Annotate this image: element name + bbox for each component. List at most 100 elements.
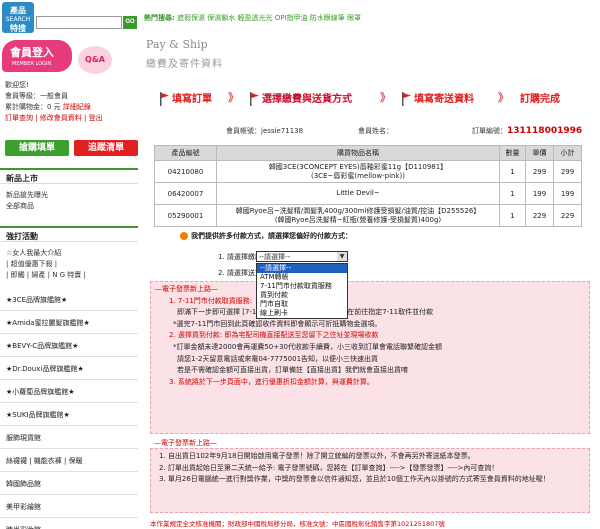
order-number-label: 訂單編號：: [472, 127, 507, 135]
step-shipping-info: 填寫寄送資料: [402, 90, 474, 106]
member-level: 會員等級：一般會員: [5, 92, 68, 100]
sidebar-item-promo-2[interactable]: | 超值優惠下殺 |: [6, 259, 136, 270]
sidebar-item-category[interactable]: ★BEVY-C品牌旗艦館★: [0, 334, 138, 357]
sidebar-item-category[interactable]: ★小蘿蔔品牌旗艦館★: [0, 380, 138, 403]
bullet-icon: [180, 232, 188, 240]
member-login-subtitle: MEMBER LOGIN: [12, 61, 52, 67]
quantity: 1: [499, 182, 526, 205]
sidebar-item-category[interactable]: 絲襪襪 | 機能衣褲 | 保暖: [0, 449, 138, 472]
flag-icon: [160, 92, 169, 106]
table-row: 04210080 韓國3CE(3CONCEPT EYES)唇釉彩蜜11g【D11…: [154, 160, 582, 183]
step-arrow-1: 》: [228, 91, 239, 104]
member-login-title: 會員登入: [10, 46, 54, 59]
notice-line: 3. 系統將於下一步頁面中，進行優惠折扣金額計算，與運費計算。: [169, 377, 374, 386]
member-info: 歡迎您! 會員等級：一般會員 累計購物金：0 元 詳細紀錄 訂單查詢 | 修改會…: [5, 80, 135, 124]
notice-line: 1. 自出貨日102年9月18日開始啟用電子發票！除了開立統編的發票以外，不會再…: [159, 452, 475, 460]
account-label: 會員帳號：: [226, 127, 261, 135]
sidebar-item-category[interactable]: 服飾現貨館: [0, 426, 138, 449]
sidebar-item-new-preview[interactable]: 新品搶先曝光: [6, 190, 136, 201]
chevron-down-icon[interactable]: ▼: [337, 252, 347, 261]
category-list: ★3CE品牌旗艦館★ ★Amida蜜拉麗髮旗艦館★ ★BEVY-C品牌旗艦館★ …: [0, 288, 138, 529]
sidebar-item-category[interactable]: ★SUKI品牌旗艦館★: [0, 403, 138, 426]
promo-heading: 強打活動: [0, 226, 138, 242]
payment-option[interactable]: 貨到付款: [257, 291, 347, 300]
invoice-footnote: 本作業規定全文核准機關；財政部中國稅局移分局，核准文號：中區國稅彰化銷售字第10…: [150, 520, 445, 528]
product-name: 韓國3CE(3CONCEPT EYES)唇釉彩蜜11g【D110981】 (3CE…: [216, 160, 500, 183]
new-products-list: 新品搶先曝光 全部商品: [6, 190, 136, 212]
subtotal: 199: [553, 182, 582, 205]
welcome-text: 歡迎您!: [5, 81, 29, 89]
step-arrow-3: 》: [498, 91, 509, 104]
order-items-table: 產品編號 購買物品名稱 數量 單價 小計 04210080 韓國3CE(3CON…: [154, 145, 582, 227]
notice-line: *選完7-11門市回到此頁確認收件資料即會顯示可折抵購物金選項。: [173, 319, 382, 328]
payment-option[interactable]: 7-11門市付款取貨服務: [257, 282, 347, 291]
notice-line: 請您1-2天留意電話或來電04-7775001告知，以便小三快速出貨: [177, 354, 379, 363]
order-number-value: 131118001996: [507, 126, 583, 136]
member-links[interactable]: 訂單查詢 | 修改會員資料 | 登出: [5, 114, 103, 122]
notice-line: 1. 7-11門市付款取貨服務:: [169, 296, 253, 305]
notice-line: 2. 訂單出貨起始日至第二天統一給予: 電子發票號碼，您將在【訂單查詢】----…: [159, 463, 499, 472]
sidebar-item-all-products[interactable]: 全部商品: [6, 201, 136, 212]
track-list-button[interactable]: 追蹤清單: [74, 140, 138, 156]
notice-line: 3. 單月26日電腦統一進行對獎作業，中獎的發票會以信件通知您，並且於10個工作…: [159, 475, 550, 483]
payment-method-dropdown: --請選擇-- ATM轉帳 7-11門市付款取貨服務 貨到付款 門市自取 線上刷…: [256, 263, 348, 319]
page-title: Pay & Ship: [146, 38, 208, 51]
sidebar-item-category[interactable]: ★Dr.Douxi品牌旗艦館★: [0, 357, 138, 380]
step-fill-order: 填寫訂單: [160, 90, 212, 106]
new-products-heading: 新品上市: [0, 168, 138, 184]
notice-header: —電子發票新上路—: [155, 285, 218, 293]
step-complete: 訂購完成: [520, 94, 560, 105]
buy-order-button[interactable]: 搶購填單: [5, 140, 69, 156]
sidebar-item-category[interactable]: 韓國飾品館: [0, 472, 138, 495]
hot-search-bar: 熱門搜尋: 遮瑕保濕 保濕鎖水 輕盈透光光 OPI指甲油 防水眼線筆 眼罩: [144, 13, 361, 23]
table-header-row: 產品編號 購買物品名稱 數量 單價 小計: [154, 145, 582, 161]
sidebar-item-category[interactable]: ★Amida蜜拉麗髮旗艦館★: [0, 311, 138, 334]
bonus-detail-link[interactable]: 詳細紀錄: [63, 103, 91, 111]
payment-option[interactable]: 門市自取: [257, 300, 347, 309]
logo-line1: 產品: [10, 6, 26, 15]
notice-line: 即滿下一步即可選擇 [7-11] 門市完畢後 小三幫您出貨 在前往指定7-11取…: [177, 308, 434, 317]
sidebar-item-promo-3[interactable]: | 即觸 | 婦產 | N G 特賣 |: [6, 270, 136, 281]
product-name: Little Devil~: [216, 182, 500, 205]
payment-option[interactable]: ATM轉帳: [257, 273, 347, 282]
bonus-amount: 累計購物金：0 元: [5, 103, 61, 111]
table-row: 05290001 韓國Ryoe呂~洗髮精/潤髮乳400g/300ml修護受損髮/…: [154, 204, 582, 227]
col-product-id: 產品編號: [154, 145, 217, 161]
quantity: 1: [499, 160, 526, 183]
product-search-logo: 產品 SEARCH 特搜: [2, 2, 34, 33]
sidebar-item-category[interactable]: 時尚彩妝館: [0, 518, 138, 529]
promo-list: ☆女人我最大介紹 | 超值優惠下殺 | | 即觸 | 婦產 | N G 特賣 |: [6, 248, 136, 281]
payment-option[interactable]: --請選擇--: [257, 264, 347, 273]
flag-icon: [402, 92, 411, 106]
sidebar-item-category[interactable]: ★3CE品牌旗艦館★: [0, 288, 138, 311]
member-box: 會員登入 MEMBER LOGIN Q&A 歡迎您! 會員等級：一般會員 累計購…: [0, 38, 138, 138]
logo-line3: 特搜: [10, 24, 26, 33]
col-quantity: 數量: [499, 145, 526, 161]
col-product-name: 購買物品名稱: [216, 145, 500, 161]
step-payment-shipping: 選擇繳費與送貨方式: [250, 90, 352, 106]
name-label: 會員姓名：: [358, 127, 393, 135]
main-content: 熱門搜尋: 遮瑕保濕 保濕鎖水 輕盈透光光 OPI指甲油 防水眼線筆 眼罩 Pa…: [140, 0, 600, 529]
price: 299: [525, 160, 554, 183]
invoice-notice-header: —電子發票新上路—: [154, 439, 217, 447]
product-search-block: 產品 SEARCH 特搜 GO: [0, 0, 138, 36]
price: 199: [525, 182, 554, 205]
sidebar-item-promo-1[interactable]: ☆女人我最大介紹: [6, 248, 136, 259]
hot-search-terms[interactable]: 遮瑕保濕 保濕鎖水 輕盈透光光 OPI指甲油 防水眼線筆 眼罩: [177, 14, 361, 22]
search-input[interactable]: [36, 16, 122, 29]
hot-search-label: 熱門搜尋:: [144, 14, 175, 22]
order-meta: 會員帳號：jessie71138 會員姓名： 訂單編號：131118001996: [140, 126, 600, 138]
quantity: 1: [499, 204, 526, 227]
page-subtitle: 繳費及寄件資料: [146, 59, 223, 70]
payment-option[interactable]: 線上刷卡: [257, 309, 347, 318]
product-id: 04210080: [154, 160, 217, 183]
payment-method-select[interactable]: --請選擇-- ▼: [256, 251, 348, 262]
go-button[interactable]: GO: [123, 16, 137, 29]
product-name: 韓國Ryoe呂~洗髮精/潤髮乳400g/300ml修護受損髮/油質/控油【D25…: [216, 204, 500, 227]
col-subtotal: 小計: [553, 145, 582, 161]
qa-badge[interactable]: Q&A: [78, 46, 112, 74]
notice-line: *訂單金額未達2000會再運費50+30代收款手續費，小三收到訂單會電話聯繫確認…: [173, 342, 442, 351]
notice-line: 2. 選擇貨到付款: 即為宅配司機直接配送至您留下之住址並現場收款: [169, 331, 379, 340]
sidebar-item-category[interactable]: 美甲彩繪館: [0, 495, 138, 518]
invoice-notice: 1. 自出貨日102年9月18日開始啟用電子發票！除了開立統編的發票以外，不會再…: [150, 448, 590, 513]
